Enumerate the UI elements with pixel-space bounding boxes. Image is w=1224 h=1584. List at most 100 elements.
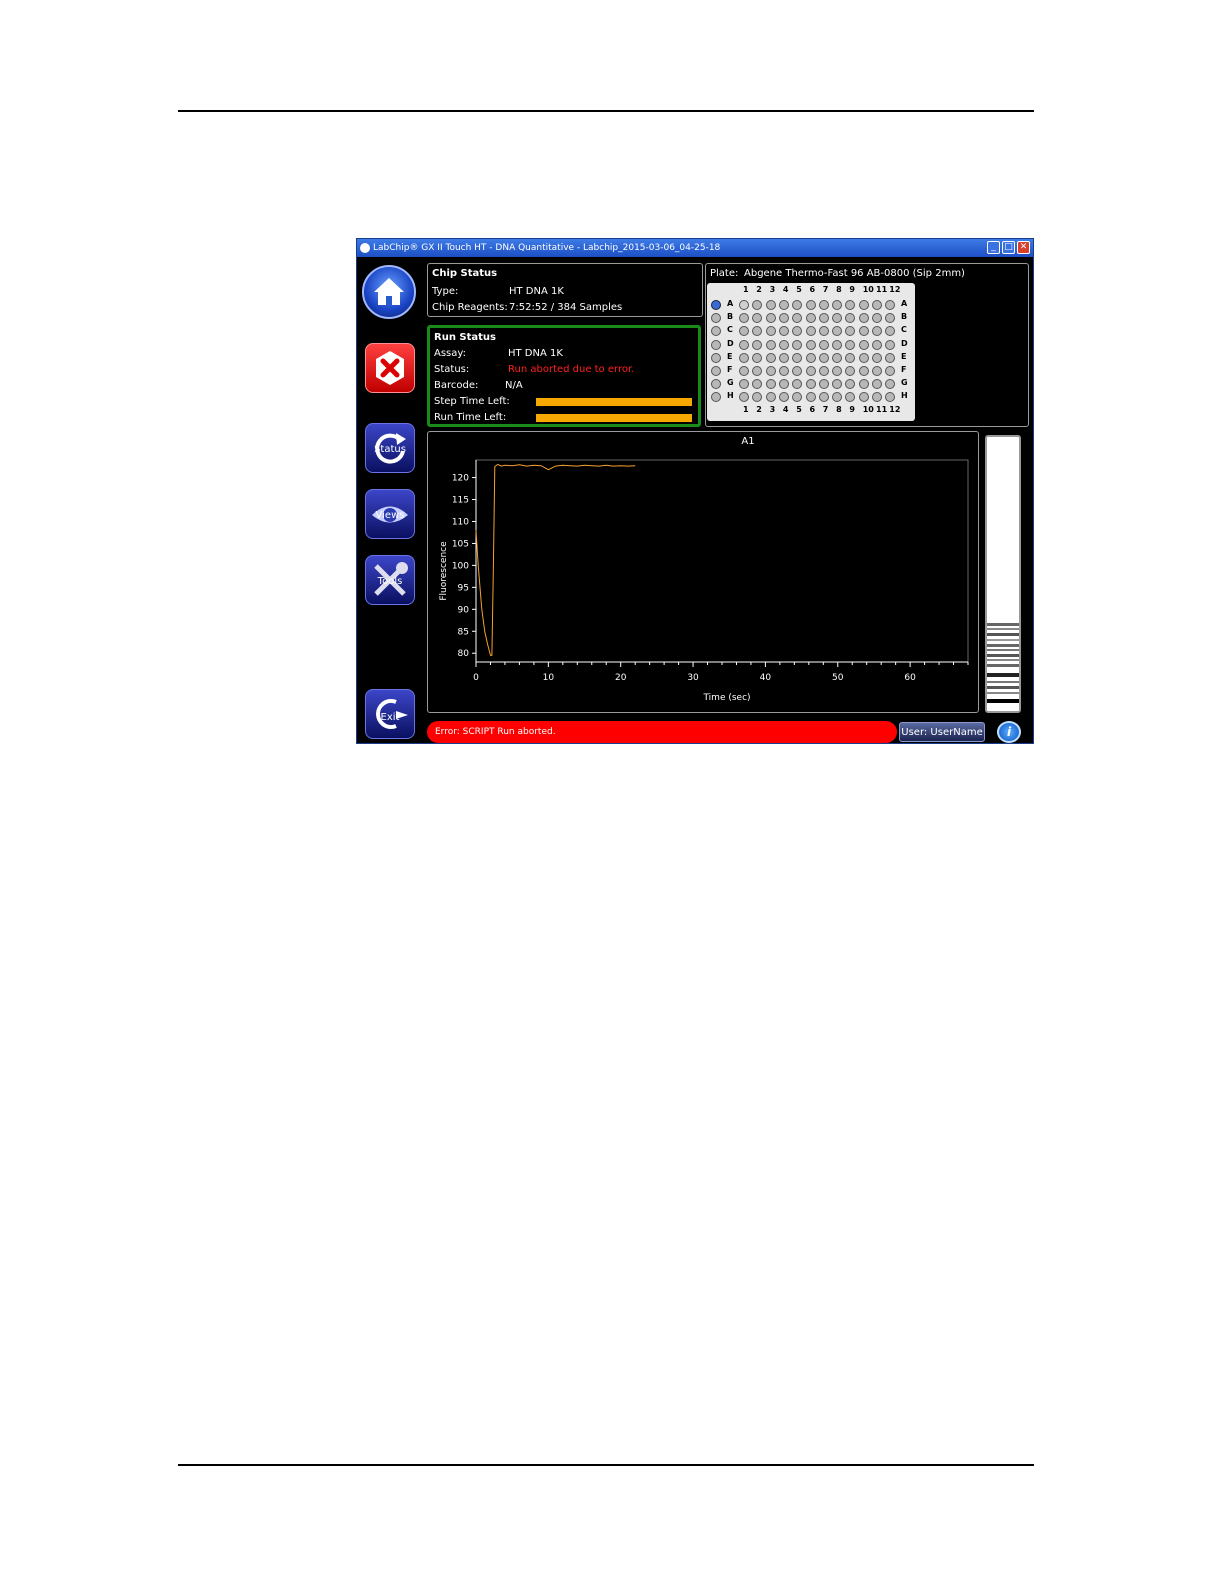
plate-well[interactable] xyxy=(818,392,829,403)
plate-well[interactable] xyxy=(739,300,749,310)
plate-well[interactable] xyxy=(805,366,816,376)
plate-well[interactable] xyxy=(805,392,816,403)
minimize-button[interactable]: _ xyxy=(987,241,1000,254)
plate-well[interactable] xyxy=(885,339,896,350)
plate-well[interactable] xyxy=(872,339,882,350)
plate-well[interactable] xyxy=(845,366,856,376)
plate-well[interactable] xyxy=(792,339,803,350)
plate-well[interactable] xyxy=(739,326,749,337)
plate-well[interactable] xyxy=(885,392,896,403)
plate-well[interactable] xyxy=(818,366,829,376)
abort-button[interactable] xyxy=(365,343,415,393)
plate-well[interactable] xyxy=(792,300,803,310)
plate-well[interactable] xyxy=(792,366,803,376)
plate-well[interactable] xyxy=(832,392,843,403)
home-button[interactable] xyxy=(362,265,416,319)
plate-well[interactable] xyxy=(818,379,829,390)
plate-well[interactable] xyxy=(832,339,843,350)
plate-well[interactable] xyxy=(885,352,896,363)
plate-well[interactable] xyxy=(832,352,843,363)
plate-well[interactable] xyxy=(765,326,776,337)
plate-well[interactable] xyxy=(872,313,882,324)
plate-well[interactable] xyxy=(739,352,749,363)
plate-well[interactable] xyxy=(778,326,789,337)
plate-well[interactable] xyxy=(845,352,856,363)
plate-well[interactable] xyxy=(872,392,882,403)
plate-well[interactable] xyxy=(805,326,816,337)
plate-well[interactable] xyxy=(739,339,749,350)
plate-well[interactable] xyxy=(845,313,856,324)
plate-well[interactable] xyxy=(792,313,803,324)
plate-well[interactable] xyxy=(818,339,829,350)
plate-well[interactable] xyxy=(805,313,816,324)
plate-well[interactable] xyxy=(805,352,816,363)
plate-well[interactable] xyxy=(845,339,856,350)
plate-well[interactable] xyxy=(885,300,896,310)
plate-well[interactable] xyxy=(752,313,763,324)
plate-well[interactable] xyxy=(765,339,776,350)
views-button[interactable]: Views xyxy=(365,489,415,539)
plate-well[interactable] xyxy=(845,326,856,337)
plate-well[interactable] xyxy=(832,313,843,324)
plate-well[interactable] xyxy=(739,379,749,390)
plate-well[interactable] xyxy=(858,392,869,403)
info-button[interactable]: i xyxy=(997,721,1021,743)
plate-well[interactable] xyxy=(752,300,763,310)
plate-well[interactable] xyxy=(858,366,869,376)
plate-well[interactable] xyxy=(765,300,776,310)
plate-well[interactable] xyxy=(885,379,896,390)
maximize-button[interactable]: □ xyxy=(1002,241,1015,254)
plate-well[interactable] xyxy=(792,352,803,363)
plate-well[interactable] xyxy=(872,300,882,310)
plate-well[interactable] xyxy=(752,392,763,403)
plate-well[interactable] xyxy=(832,379,843,390)
plate-well[interactable] xyxy=(805,339,816,350)
plate-well[interactable] xyxy=(885,326,896,337)
user-button[interactable]: User: UserName xyxy=(899,722,985,742)
plate-well[interactable] xyxy=(818,352,829,363)
plate-well[interactable] xyxy=(752,339,763,350)
exit-button[interactable]: Exit xyxy=(365,689,415,739)
plate-well[interactable] xyxy=(805,379,816,390)
plate-well[interactable] xyxy=(739,313,749,324)
plate-well[interactable] xyxy=(858,300,869,310)
plate-well[interactable] xyxy=(778,379,789,390)
plate-well[interactable] xyxy=(858,379,869,390)
plate-well[interactable] xyxy=(818,300,829,310)
plate-well[interactable] xyxy=(872,352,882,363)
plate-well[interactable] xyxy=(792,326,803,337)
plate-well[interactable] xyxy=(752,326,763,337)
plate-well[interactable] xyxy=(778,352,789,363)
tools-button[interactable]: Tools xyxy=(365,555,415,605)
plate-well[interactable] xyxy=(765,379,776,390)
plate-well[interactable] xyxy=(818,313,829,324)
plate-well[interactable] xyxy=(765,392,776,403)
plate-well[interactable] xyxy=(778,392,789,403)
plate-well[interactable] xyxy=(752,352,763,363)
plate-well[interactable] xyxy=(872,366,882,376)
plate-well[interactable] xyxy=(778,366,789,376)
plate-well[interactable] xyxy=(845,379,856,390)
status-button[interactable]: Status xyxy=(365,423,415,473)
plate-well[interactable] xyxy=(858,313,869,324)
plate-well[interactable] xyxy=(765,313,776,324)
plate-well[interactable] xyxy=(752,366,763,376)
plate-well[interactable] xyxy=(858,352,869,363)
plate-well[interactable] xyxy=(792,379,803,390)
plate-well[interactable] xyxy=(858,326,869,337)
plate-well[interactable] xyxy=(818,326,829,337)
plate-well[interactable] xyxy=(739,392,749,403)
plate-well[interactable] xyxy=(778,313,789,324)
plate-well[interactable] xyxy=(845,392,856,403)
plate-well[interactable] xyxy=(858,339,869,350)
close-button[interactable]: ✕ xyxy=(1017,241,1030,254)
plate-well[interactable] xyxy=(832,300,843,310)
plate-well[interactable] xyxy=(832,366,843,376)
plate-well[interactable] xyxy=(832,326,843,337)
plate-well[interactable] xyxy=(752,379,763,390)
plate-well[interactable] xyxy=(845,300,856,310)
plate-well[interactable] xyxy=(765,366,776,376)
plate-well[interactable] xyxy=(885,366,896,376)
plate-well[interactable] xyxy=(778,300,789,310)
plate-well[interactable] xyxy=(872,379,882,390)
